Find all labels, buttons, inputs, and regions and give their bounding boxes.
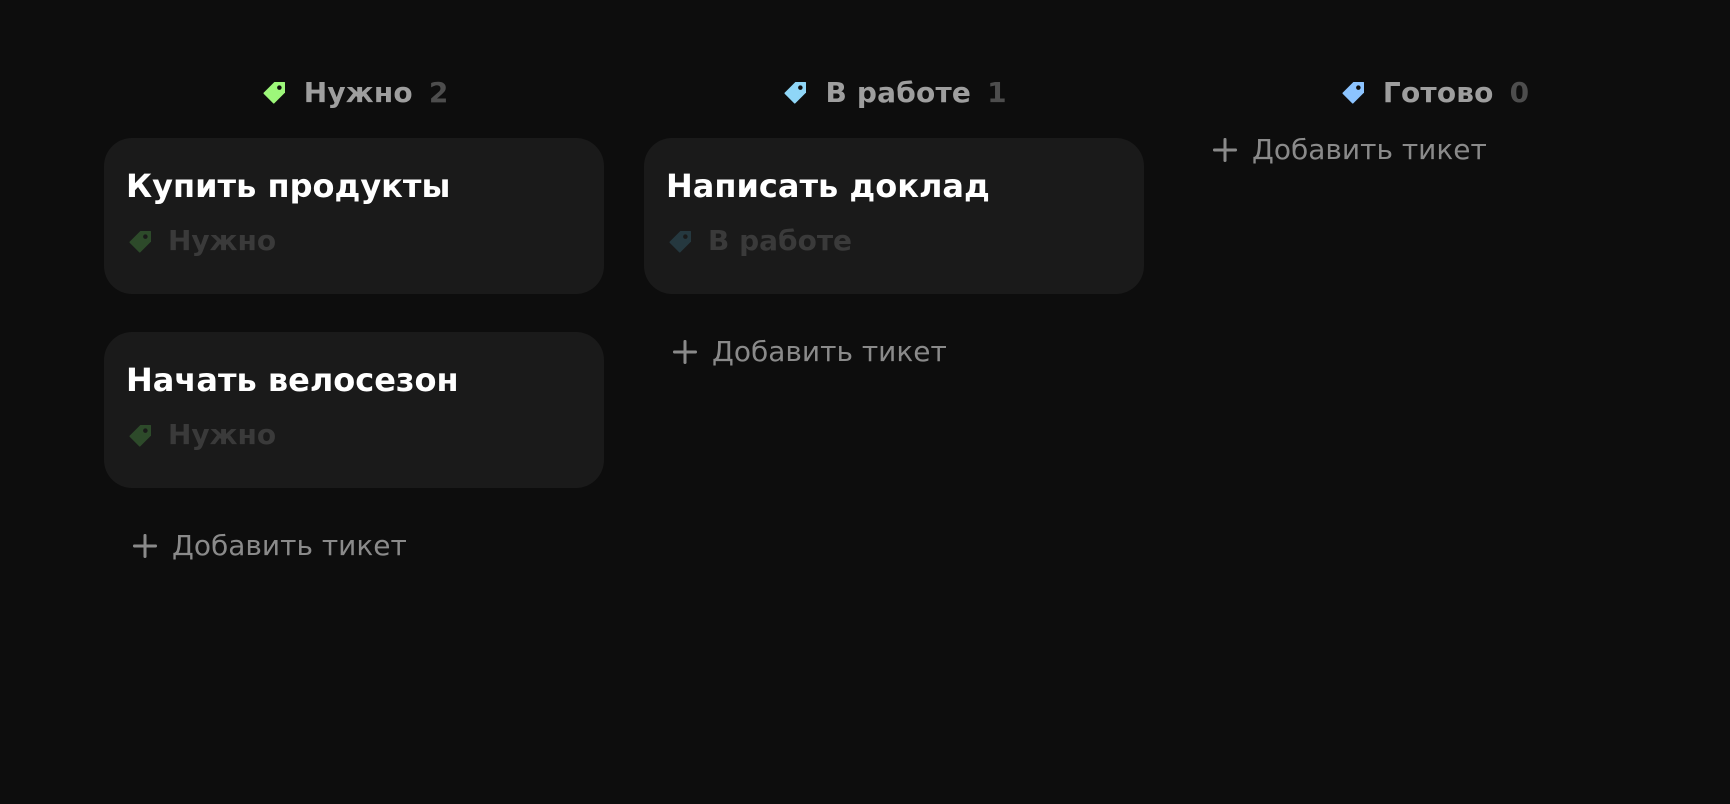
add-ticket-button[interactable]: Добавить тикет bbox=[1184, 130, 1684, 170]
column-count: 1 bbox=[987, 75, 1007, 109]
tag-icon bbox=[126, 420, 156, 450]
column-header: Нужно 2 bbox=[104, 72, 604, 112]
column-title: Готово bbox=[1382, 75, 1494, 109]
ticket-status-label: Нужно bbox=[168, 224, 277, 257]
plus-icon bbox=[1210, 135, 1240, 165]
tag-icon bbox=[1339, 77, 1369, 107]
ticket-title: Начать велосезон bbox=[126, 361, 459, 399]
plus-icon bbox=[670, 337, 700, 367]
ticket-title: Написать доклад bbox=[666, 167, 990, 205]
ticket-card[interactable]: Купить продукты Нужно bbox=[104, 138, 604, 294]
column-count: 2 bbox=[428, 75, 449, 109]
add-ticket-label: Добавить тикет bbox=[712, 335, 947, 368]
column-header: В работе 1 bbox=[644, 72, 1144, 112]
column-in-progress: В работе 1 Написать доклад В работе Доба… bbox=[644, 72, 1144, 372]
column-header: Готово 0 bbox=[1184, 72, 1684, 112]
ticket-title: Купить продукты bbox=[126, 167, 451, 205]
kanban-board: Нужно 2 Купить продукты Нужно Начать вел… bbox=[0, 0, 1730, 804]
add-ticket-button[interactable]: Добавить тикет bbox=[644, 332, 1144, 372]
ticket-status: Нужно bbox=[126, 224, 582, 257]
add-ticket-label: Добавить тикет bbox=[1252, 133, 1487, 166]
column-count: 0 bbox=[1509, 75, 1530, 109]
column-done: Готово 0 Добавить тикет bbox=[1184, 72, 1684, 170]
tag-icon bbox=[126, 226, 156, 256]
ticket-status: В работе bbox=[666, 224, 1122, 257]
tag-icon bbox=[260, 77, 290, 107]
column-title: В работе bbox=[825, 75, 972, 109]
ticket-status-label: Нужно bbox=[168, 418, 277, 451]
ticket-card[interactable]: Написать доклад В работе bbox=[644, 138, 1144, 294]
tag-icon bbox=[666, 226, 696, 256]
add-ticket-label: Добавить тикет bbox=[172, 529, 407, 562]
add-ticket-button[interactable]: Добавить тикет bbox=[104, 526, 604, 566]
column-title: Нужно bbox=[303, 75, 413, 109]
ticket-status: Нужно bbox=[126, 418, 582, 451]
column-todo: Нужно 2 Купить продукты Нужно Начать вел… bbox=[104, 72, 604, 566]
tag-icon bbox=[781, 77, 811, 107]
ticket-card[interactable]: Начать велосезон Нужно bbox=[104, 332, 604, 488]
ticket-status-label: В работе bbox=[708, 224, 853, 257]
plus-icon bbox=[130, 531, 160, 561]
